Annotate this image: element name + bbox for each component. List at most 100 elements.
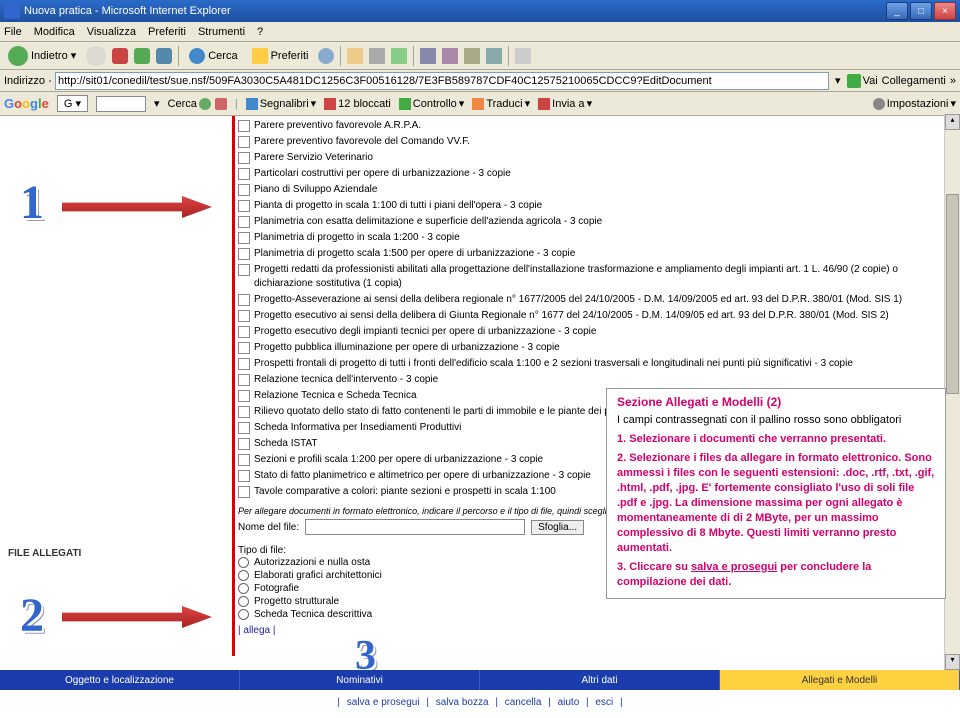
- scroll-up-button[interactable]: ▴: [945, 114, 960, 130]
- attach-link[interactable]: | allega |: [238, 625, 950, 636]
- checkbox-label: Parere Servizio Veterinario: [254, 151, 373, 165]
- checkbox[interactable]: [238, 406, 250, 418]
- checkbox[interactable]: [238, 294, 250, 306]
- link-aiuto[interactable]: aiuto: [554, 697, 584, 708]
- checkbox-row: Prospetti frontali di progetto di tutti …: [238, 356, 950, 372]
- bottom-tabs: Oggetto e localizzazione Nominativi Altr…: [0, 670, 960, 690]
- checkbox[interactable]: [238, 310, 250, 322]
- back-button[interactable]: Indietro ▾: [4, 44, 80, 68]
- checkbox[interactable]: [238, 200, 250, 212]
- menubar: File Modifica Visualizza Preferiti Strum…: [0, 22, 960, 42]
- menu-edit[interactable]: Modifica: [34, 26, 75, 38]
- checkbox[interactable]: [238, 486, 250, 498]
- link-esci[interactable]: esci: [591, 697, 617, 708]
- checkbox-row: Progetto-Asseverazione ai sensi della de…: [238, 292, 950, 308]
- tool-icon-5[interactable]: [515, 48, 531, 64]
- scroll-down-button[interactable]: ▾: [945, 654, 960, 670]
- checkbox[interactable]: [238, 342, 250, 354]
- favorites-button[interactable]: Preferiti: [248, 46, 313, 66]
- google-check[interactable]: Controllo▾: [399, 97, 465, 110]
- link-cancella[interactable]: cancella: [501, 697, 546, 708]
- stop-icon[interactable]: [112, 48, 128, 64]
- google-brand-btn[interactable]: G ▾: [57, 95, 88, 112]
- tool-icon-2[interactable]: [442, 48, 458, 64]
- checkbox[interactable]: [238, 390, 250, 402]
- tool-icon-1[interactable]: [420, 48, 436, 64]
- bottom-action-links: | salva e prosegui | salva bozza | cance…: [0, 697, 960, 708]
- radio-button[interactable]: [238, 609, 249, 620]
- mail-icon[interactable]: [347, 48, 363, 64]
- link-salva-bozza[interactable]: salva bozza: [432, 697, 493, 708]
- radio-button[interactable]: [238, 596, 249, 607]
- tab-oggetto[interactable]: Oggetto e localizzazione: [0, 670, 240, 690]
- checkbox[interactable]: [238, 120, 250, 132]
- checkbox[interactable]: [238, 248, 250, 260]
- search-icon: [189, 48, 205, 64]
- titlebar: Nuova pratica - Microsoft Internet Explo…: [0, 0, 960, 22]
- google-search-input[interactable]: [96, 96, 146, 112]
- checkbox-row: Progetto esecutivo degli impianti tecnic…: [238, 324, 950, 340]
- home-icon[interactable]: [156, 48, 172, 64]
- google-bookmarks[interactable]: Segnalibri▾: [246, 97, 316, 110]
- search-button[interactable]: Cerca: [185, 46, 241, 66]
- minimize-button[interactable]: _: [886, 2, 908, 20]
- edit-icon[interactable]: [391, 48, 407, 64]
- checkbox-label: Planimetria di progetto in scala 1:200 -…: [254, 231, 460, 245]
- checkbox[interactable]: [238, 470, 250, 482]
- menu-tools[interactable]: Strumenti: [198, 26, 245, 38]
- browse-button[interactable]: Sfoglia...: [531, 520, 584, 535]
- history-icon[interactable]: [318, 48, 334, 64]
- google-settings[interactable]: Impostazioni▾: [873, 97, 956, 110]
- radio-label: Autorizzazioni e nulla osta: [254, 557, 370, 568]
- checkbox[interactable]: [238, 216, 250, 228]
- filename-input[interactable]: [305, 519, 525, 535]
- checkbox-label: Stato di fatto planimetrico e altimetric…: [254, 469, 591, 483]
- links-label[interactable]: Collegamenti: [882, 75, 946, 87]
- google-translate[interactable]: Traduci▾: [472, 97, 530, 110]
- checkbox[interactable]: [238, 232, 250, 244]
- checkbox[interactable]: [238, 152, 250, 164]
- menu-favorites[interactable]: Preferiti: [148, 26, 186, 38]
- info-box: Sezione Allegati e Modelli (2) I campi c…: [606, 388, 946, 599]
- checkbox[interactable]: [238, 184, 250, 196]
- google-send[interactable]: Invia a▾: [538, 97, 592, 110]
- refresh-icon[interactable]: [134, 48, 150, 64]
- radio-button[interactable]: [238, 583, 249, 594]
- address-input[interactable]: [55, 72, 829, 90]
- tool-icon-3[interactable]: [464, 48, 480, 64]
- checkbox-row: Parere Servizio Veterinario: [238, 150, 950, 166]
- checkbox[interactable]: [238, 358, 250, 370]
- checkbox[interactable]: [238, 264, 250, 276]
- menu-file[interactable]: File: [4, 26, 22, 38]
- checkbox[interactable]: [238, 438, 250, 450]
- checkbox-row: Piano di Sviluppo Aziendale: [238, 182, 950, 198]
- maximize-button[interactable]: □: [910, 2, 932, 20]
- checkbox[interactable]: [238, 326, 250, 338]
- close-button[interactable]: ×: [934, 2, 956, 20]
- menu-help[interactable]: ?: [257, 26, 263, 38]
- print-icon[interactable]: [369, 48, 385, 64]
- forward-button[interactable]: [86, 46, 106, 66]
- checkbox[interactable]: [238, 422, 250, 434]
- link-salva-prosegui[interactable]: salva e prosegui: [343, 697, 424, 708]
- checkbox[interactable]: [238, 374, 250, 386]
- tab-nominativi[interactable]: Nominativi: [240, 670, 480, 690]
- google-blocked[interactable]: 12 bloccati: [324, 98, 391, 110]
- checkbox-row: Progetto esecutivo ai sensi della delibe…: [238, 308, 950, 324]
- checkbox[interactable]: [238, 168, 250, 180]
- google-search-button[interactable]: Cerca: [168, 98, 227, 110]
- checkbox-label: Tavole comparative a colori: piante sezi…: [254, 485, 556, 499]
- go-button[interactable]: Vai: [847, 74, 878, 88]
- checkbox-label: Sezioni e profili scala 1:200 per opere …: [254, 453, 543, 467]
- menu-view[interactable]: Visualizza: [87, 26, 136, 38]
- page-icon: [49, 80, 51, 82]
- checkbox[interactable]: [238, 454, 250, 466]
- radio-button[interactable]: [238, 557, 249, 568]
- scroll-thumb[interactable]: [946, 194, 959, 394]
- tab-altri-dati[interactable]: Altri dati: [480, 670, 720, 690]
- tool-icon-4[interactable]: [486, 48, 502, 64]
- vertical-scrollbar[interactable]: ▴ ▾: [944, 114, 960, 670]
- radio-button[interactable]: [238, 570, 249, 581]
- checkbox[interactable]: [238, 136, 250, 148]
- tab-allegati[interactable]: Allegati e Modelli: [720, 670, 960, 690]
